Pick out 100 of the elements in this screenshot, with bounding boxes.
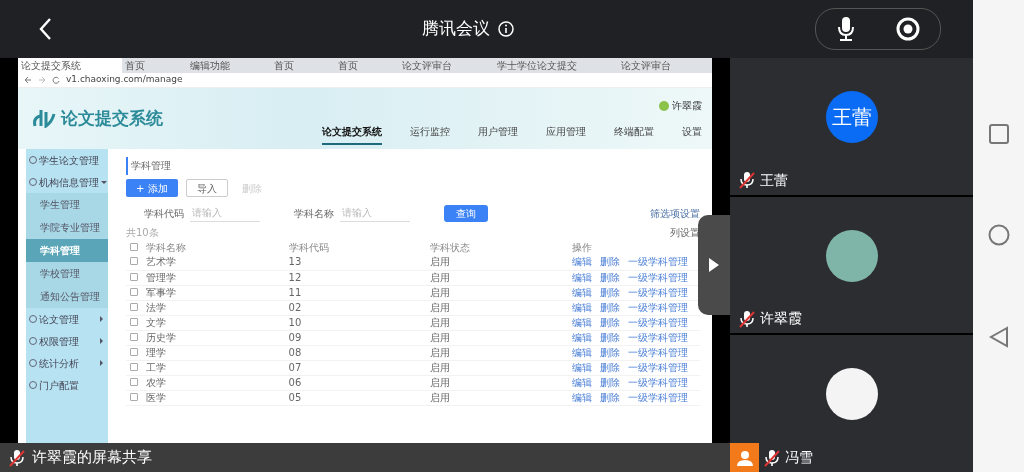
- search-button[interactable]: 查询: [444, 204, 488, 222]
- checkbox[interactable]: [130, 317, 138, 326]
- checkbox[interactable]: [130, 272, 138, 281]
- sidebar-subitem[interactable]: 学院专业管理: [26, 216, 108, 239]
- nav-link[interactable]: 应用管理: [546, 124, 586, 145]
- sidebar-subitem[interactable]: 学校管理: [26, 262, 108, 285]
- field-label: 学科代码: [144, 206, 184, 221]
- action-link[interactable]: 删除: [600, 256, 620, 268]
- action-link[interactable]: 编辑: [572, 301, 592, 313]
- checkbox[interactable]: [130, 242, 138, 251]
- action-link[interactable]: 一级学科管理: [628, 346, 688, 358]
- action-link[interactable]: 一级学科管理: [628, 331, 688, 343]
- browser-tab[interactable]: 论文评审台: [399, 58, 494, 73]
- checkbox[interactable]: [130, 362, 138, 371]
- screen-share-label: 许翠霞的屏幕共享: [32, 447, 152, 469]
- add-button[interactable]: + 添加: [126, 179, 178, 197]
- sidebar-subitem[interactable]: 学生管理: [26, 193, 108, 216]
- nav-link[interactable]: 终端配置: [614, 124, 654, 145]
- action-link[interactable]: 一级学科管理: [628, 316, 688, 328]
- site-logo-text: 论文提交系统: [61, 106, 163, 130]
- action-link[interactable]: 一级学科管理: [628, 286, 688, 298]
- home-icon[interactable]: [987, 224, 1010, 246]
- checkbox[interactable]: [130, 392, 138, 401]
- action-link[interactable]: 一级学科管理: [628, 256, 688, 268]
- table-cell: 启用: [426, 390, 568, 405]
- meeting-title: 腾讯会议: [422, 17, 490, 41]
- checkbox[interactable]: [130, 302, 138, 311]
- filter-settings-link[interactable]: 筛选项设置: [650, 205, 700, 221]
- record-icon[interactable]: [895, 17, 920, 41]
- table-cell: 管理学: [142, 270, 285, 285]
- address-bar[interactable]: v1.chaoxing.com/manage: [66, 73, 183, 87]
- checkbox[interactable]: [130, 377, 138, 386]
- action-link[interactable]: 编辑: [572, 271, 592, 283]
- action-link[interactable]: 编辑: [572, 316, 592, 328]
- action-link[interactable]: 删除: [600, 301, 620, 313]
- browser-tab[interactable]: 论文评审台: [617, 58, 712, 73]
- back-triangle-icon[interactable]: [988, 326, 1009, 348]
- nav-link[interactable]: 运行监控: [410, 124, 450, 145]
- nav-link[interactable]: 论文提交系统: [322, 124, 382, 145]
- sidebar-item[interactable]: 论文管理: [26, 308, 108, 330]
- nav-link[interactable]: 设置: [682, 124, 702, 145]
- browser-tab[interactable]: 首页: [122, 58, 187, 73]
- sidebar-item[interactable]: 权限管理: [26, 330, 108, 352]
- action-link[interactable]: 删除: [600, 361, 620, 373]
- checkbox[interactable]: [130, 257, 138, 266]
- action-link[interactable]: 编辑: [572, 391, 592, 403]
- input-field[interactable]: 请输入: [340, 204, 410, 222]
- info-icon[interactable]: [498, 21, 514, 37]
- column-header: 学科代码: [287, 240, 330, 255]
- action-link[interactable]: 一级学科管理: [628, 301, 688, 313]
- action-link[interactable]: 删除: [600, 346, 620, 358]
- action-link[interactable]: 删除: [600, 271, 620, 283]
- action-link[interactable]: 一级学科管理: [628, 391, 688, 403]
- table-cell: 11: [284, 285, 427, 300]
- play-icon: [709, 258, 719, 272]
- user-avatar-icon: [659, 100, 669, 111]
- sidebar-item[interactable]: 统计分析: [26, 352, 108, 374]
- reload-icon[interactable]: [52, 76, 60, 84]
- sidebar-item[interactable]: 门户配置: [26, 374, 108, 396]
- microphone-icon[interactable]: [836, 16, 855, 42]
- nav-link[interactable]: 用户管理: [478, 124, 518, 145]
- breadcrumb: 学科管理: [126, 157, 171, 175]
- browser-tab[interactable]: 论文提交系统: [18, 58, 123, 73]
- action-link[interactable]: 删除: [600, 331, 620, 343]
- action-link[interactable]: 编辑: [572, 361, 592, 373]
- sidebar-subitem[interactable]: 学科管理: [26, 239, 108, 262]
- action-link[interactable]: 编辑: [572, 286, 592, 298]
- checkbox[interactable]: [130, 287, 138, 296]
- checkbox[interactable]: [130, 347, 138, 356]
- record-count: 共10条: [126, 226, 159, 239]
- sidebar-subitem[interactable]: 通知公告管理: [26, 285, 108, 308]
- action-link[interactable]: 删除: [600, 316, 620, 328]
- checkbox[interactable]: [130, 332, 138, 341]
- browser-tab[interactable]: 首页: [270, 58, 335, 73]
- action-link[interactable]: 一级学科管理: [628, 376, 688, 388]
- back-icon[interactable]: [38, 17, 52, 41]
- action-link[interactable]: 一级学科管理: [628, 271, 688, 283]
- toolbar-button[interactable]: 导入: [185, 179, 228, 197]
- browser-tab[interactable]: 首页: [335, 58, 400, 73]
- forward-arrow-icon[interactable]: [38, 76, 46, 84]
- action-link[interactable]: 编辑: [572, 331, 592, 343]
- table-cell: 启用: [426, 345, 568, 360]
- square-icon[interactable]: [988, 124, 1009, 144]
- sidebar-item[interactable]: 学生论文管理: [26, 149, 108, 171]
- action-link[interactable]: 删除: [600, 391, 620, 403]
- action-link[interactable]: 编辑: [572, 256, 592, 268]
- browser-tab[interactable]: 编辑功能: [186, 58, 271, 73]
- back-arrow-icon[interactable]: [24, 76, 32, 84]
- user-name[interactable]: 许翠霞: [672, 98, 702, 113]
- table-cell: 艺术学: [142, 255, 285, 270]
- input-field[interactable]: 请输入: [190, 204, 260, 222]
- table-cell: 医学: [142, 390, 285, 405]
- browser-tab[interactable]: 学士学位论文提交: [493, 58, 618, 73]
- sidebar-item[interactable]: 机构信息管理: [26, 171, 108, 193]
- action-link[interactable]: 一级学科管理: [628, 361, 688, 373]
- action-link[interactable]: 删除: [600, 376, 620, 388]
- action-link[interactable]: 删除: [600, 286, 620, 298]
- action-link[interactable]: 编辑: [572, 376, 592, 388]
- collapse-handle[interactable]: [698, 215, 730, 315]
- action-link[interactable]: 编辑: [572, 346, 592, 358]
